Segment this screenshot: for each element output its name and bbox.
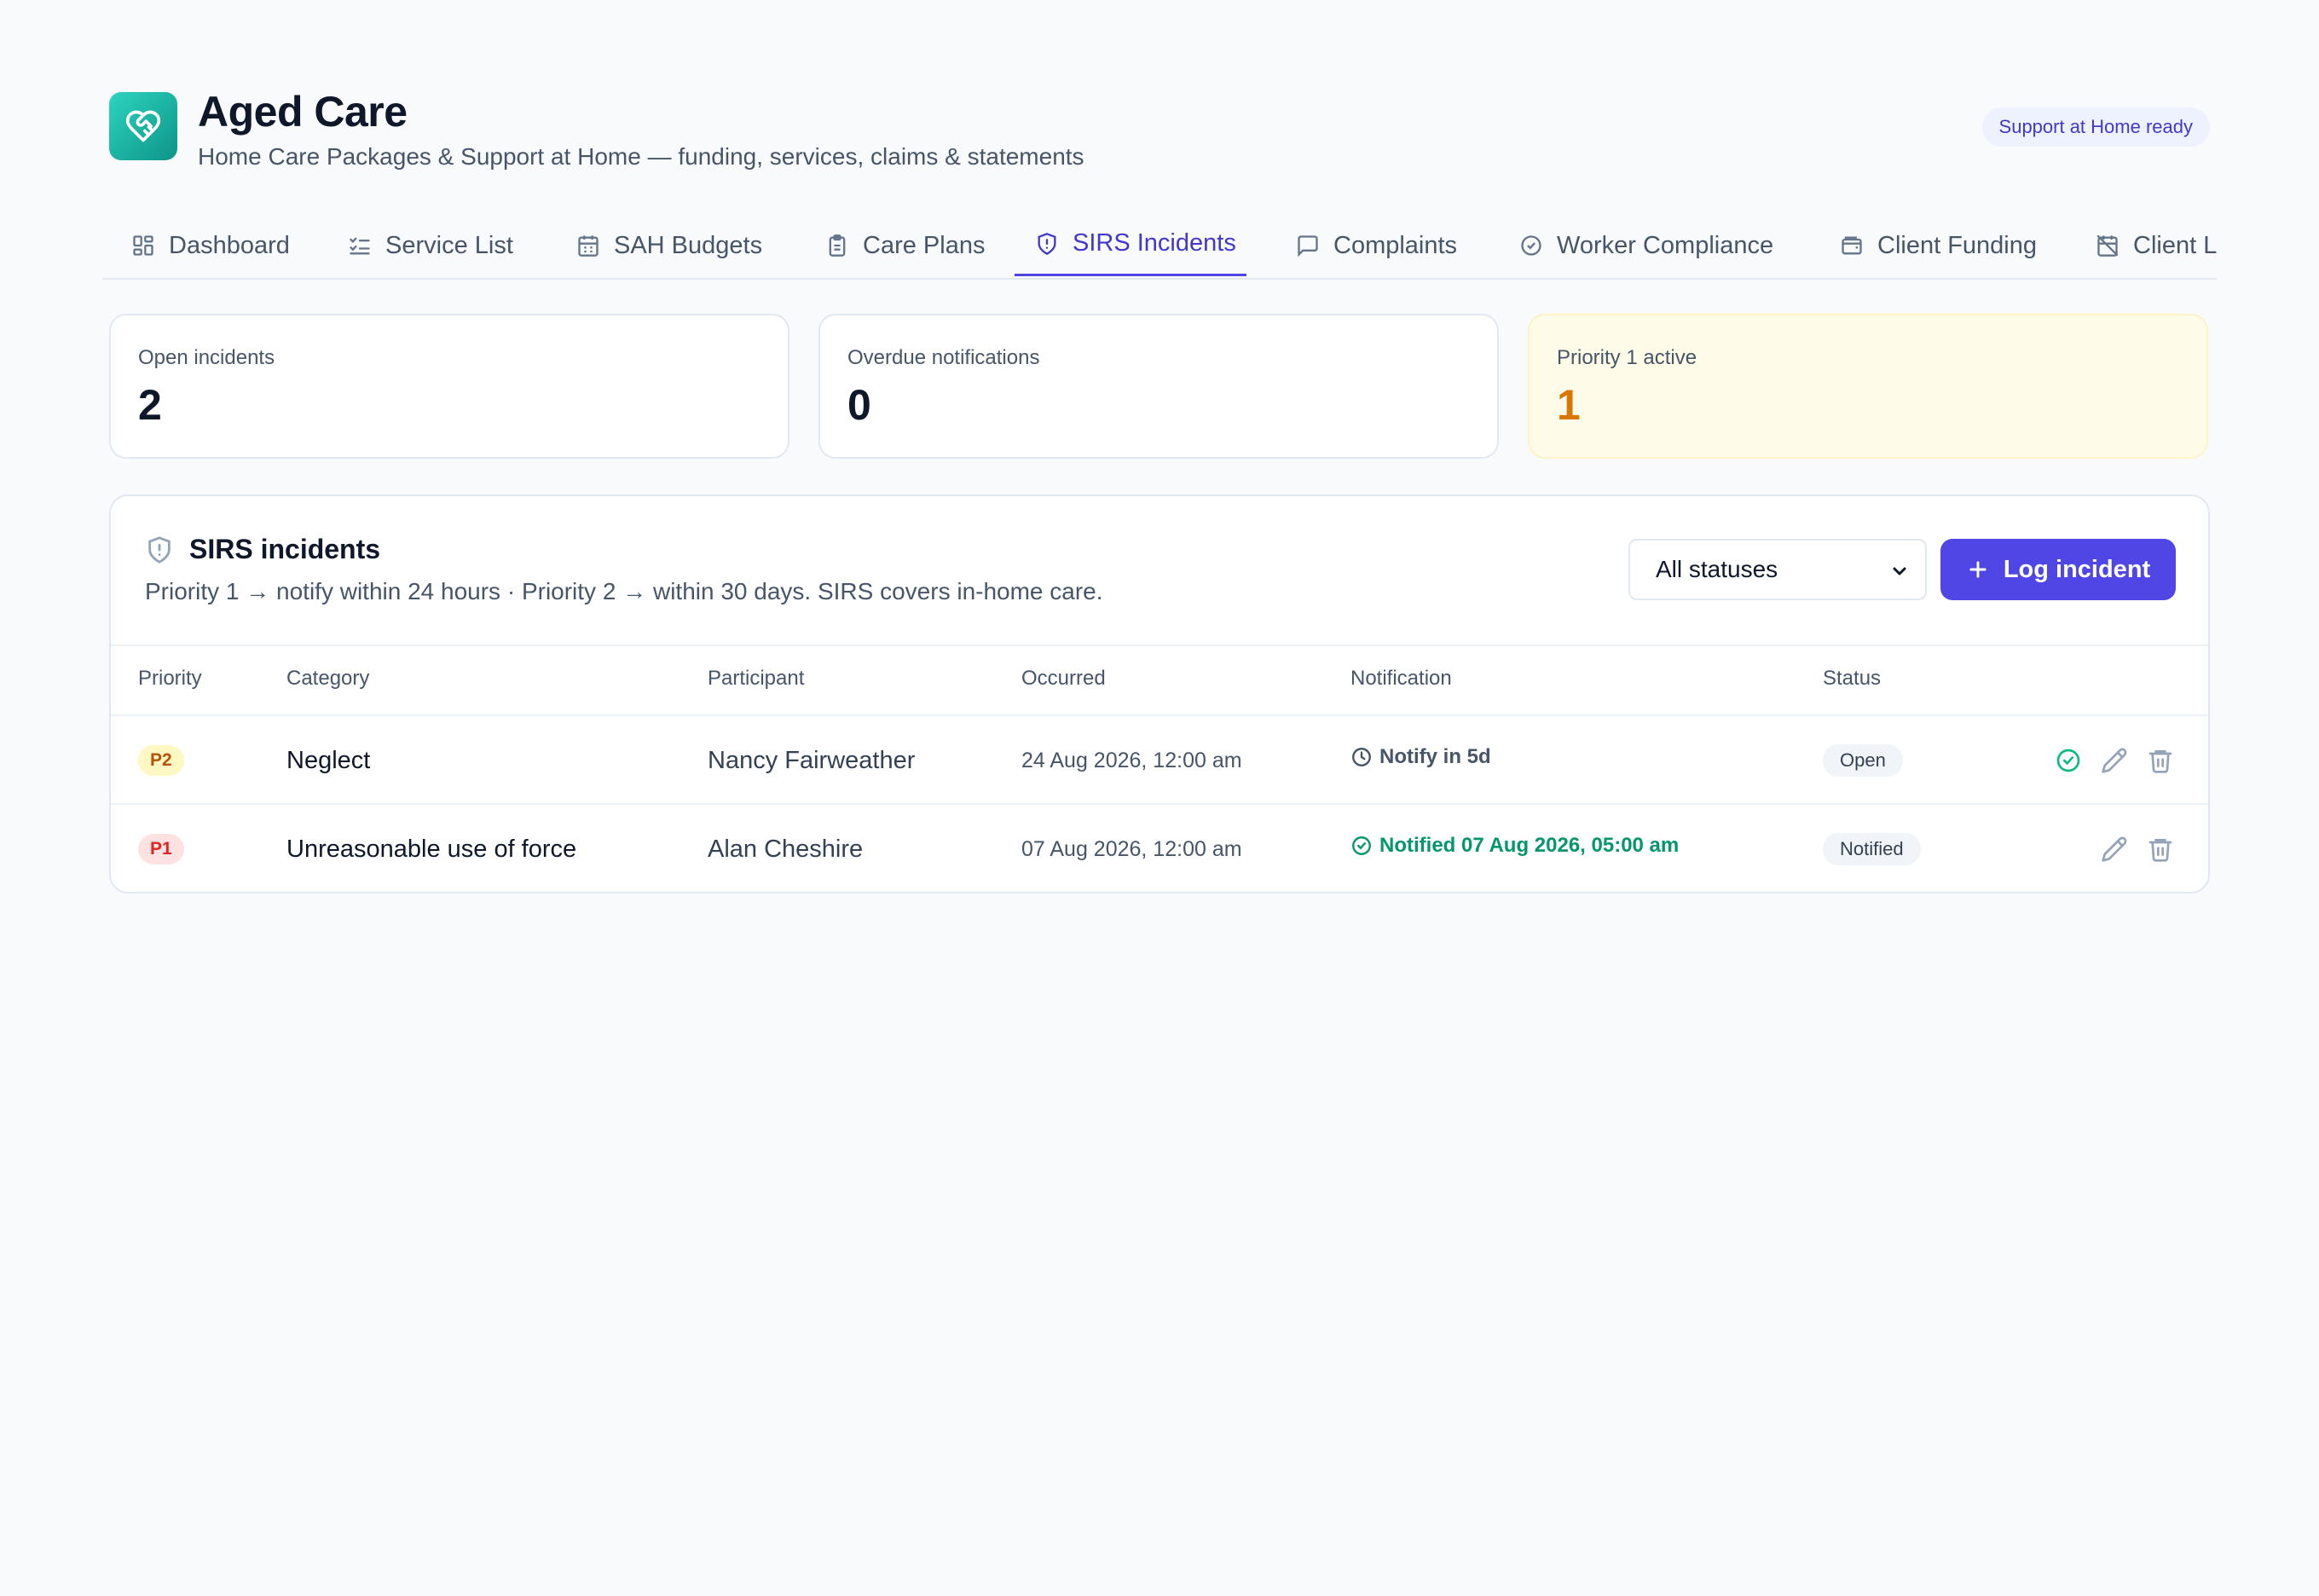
notification-text: Notify in 5d — [1379, 745, 1491, 768]
tab-care-plans[interactable]: Care Plans — [818, 213, 992, 278]
column-header-participant: Participant — [708, 667, 805, 690]
kpi-value: 0 — [847, 381, 871, 429]
kpi-overdue-notifications: Overdue notifications 0 — [818, 314, 1499, 459]
incident-category: Neglect — [286, 746, 371, 774]
check-circle-icon — [1352, 836, 1371, 855]
check-circle-icon — [1521, 235, 1541, 256]
incident-occurred: 07 Aug 2026, 12:00 am — [1021, 836, 1242, 861]
app-title: Aged Care — [198, 88, 408, 136]
notification-text: Notified 07 Aug 2026, 05:00 am — [1379, 834, 1680, 857]
incident-participant: Nancy Fairweather — [708, 746, 916, 774]
tab-sah-budgets[interactable]: SAH Budgets — [570, 213, 769, 278]
edit-icon[interactable] — [2101, 747, 2128, 774]
checklist-icon — [350, 237, 370, 255]
trash-icon[interactable] — [2147, 747, 2174, 774]
incident-participant: Alan Cheshire — [708, 835, 864, 863]
edit-icon[interactable] — [2101, 836, 2128, 863]
kpi-label: Open incidents — [138, 346, 275, 369]
kpi-priority-1-active: Priority 1 active 1 — [1528, 314, 2208, 459]
priority-badge: P2 — [138, 745, 184, 776]
wallet-icon — [1842, 236, 1862, 255]
app-header: Aged Care Home Care Packages & Support a… — [109, 87, 2210, 172]
tab-service-list[interactable]: Service List — [341, 213, 520, 278]
panel-title: SIRS incidents — [189, 534, 381, 564]
kpi-label: Priority 1 active — [1557, 346, 1697, 369]
clock-icon — [1352, 748, 1371, 766]
tab-label: Client L — [2133, 231, 2217, 259]
log-incident-button[interactable]: Log incident — [1940, 539, 2176, 600]
incident-occurred: 24 Aug 2026, 12:00 am — [1021, 748, 1242, 772]
column-header-occurred: Occurred — [1021, 667, 1106, 690]
column-header-status: Status — [1823, 667, 1882, 690]
heart-handshake-icon — [109, 92, 177, 160]
kpi-open-incidents: Open incidents 2 — [109, 314, 789, 459]
message-icon — [1298, 235, 1318, 257]
tab-label: Complaints — [1333, 231, 1458, 259]
aged-care-page: Aged Care Home Care Packages & Support a… — [0, 0, 2319, 1596]
kpi-value: 1 — [1557, 381, 1581, 429]
tab-sirs-incidents[interactable]: SIRS Incidents — [1015, 213, 1246, 276]
tab-label: Care Plans — [863, 231, 986, 259]
shield-alert-icon — [148, 536, 171, 564]
status-badge: Open — [1823, 744, 1903, 777]
trash-icon[interactable] — [2147, 836, 2174, 863]
tab-label: Dashboard — [169, 231, 290, 259]
tab-dashboard[interactable]: Dashboard — [124, 213, 297, 278]
column-header-category: Category — [286, 667, 370, 690]
tab-complaints[interactable]: Complaints — [1289, 213, 1464, 278]
clipboard-icon — [829, 234, 846, 257]
priority-badge: P1 — [138, 834, 184, 864]
tab-client-l[interactable]: Client L — [2089, 213, 2217, 278]
mark-notified-icon[interactable] — [2055, 747, 2082, 774]
tab-label: Service List — [385, 231, 513, 259]
status-filter-select[interactable]: All statuses — [1628, 539, 1927, 600]
incident-category: Unreasonable use of force — [286, 835, 577, 863]
kpi-label: Overdue notifications — [847, 346, 1040, 369]
app-subtitle: Home Care Packages & Support at Home — f… — [198, 143, 1084, 170]
support-at-home-badge: Support at Home ready — [1981, 107, 2210, 147]
tab-client-funding[interactable]: Client Funding — [1833, 213, 2044, 278]
notification-status: Notified 07 Aug 2026, 05:00 am — [1350, 801, 1679, 890]
plus-icon — [1969, 561, 1986, 578]
status-badge: Notified — [1823, 833, 1921, 865]
tab-worker-compliance[interactable]: Worker Compliance — [1512, 213, 1780, 278]
panel-header: SIRS incidents Priority 1 → notify withi… — [111, 496, 2208, 646]
table-row[interactable]: P1 Unreasonable use of force Alan Cheshi… — [111, 801, 2208, 892]
table-row[interactable]: P2 Neglect Nancy Fairweather 24 Aug 2026… — [111, 714, 2208, 805]
log-incident-label: Log incident — [2003, 555, 2151, 583]
sirs-incidents-panel: SIRS incidents Priority 1 → notify withi… — [109, 494, 2210, 893]
tab-label: SIRS Incidents — [1073, 229, 1236, 257]
status-filter-value: All statuses — [1656, 556, 1778, 582]
chevron-down-icon — [1893, 567, 1906, 575]
nav-tabs: Dashboard Service List SAH Budgets Care … — [102, 213, 2217, 280]
calendar-off-icon — [2096, 234, 2119, 257]
tab-label: Worker Compliance — [1557, 231, 1774, 259]
column-header-notification: Notification — [1350, 667, 1452, 690]
notification-status: Notify in 5d — [1350, 713, 1491, 801]
panel-description: Priority 1 → notify within 24 hours · Pr… — [145, 578, 1103, 604]
column-header-priority: Priority — [138, 667, 202, 690]
tab-label: SAH Budgets — [614, 231, 763, 259]
shield-alert-icon — [1038, 232, 1056, 255]
tab-label: Client Funding — [1877, 231, 2037, 259]
kpi-value: 2 — [138, 381, 162, 429]
dashboard-grid-icon — [133, 235, 153, 256]
calendar-icon — [578, 235, 599, 257]
